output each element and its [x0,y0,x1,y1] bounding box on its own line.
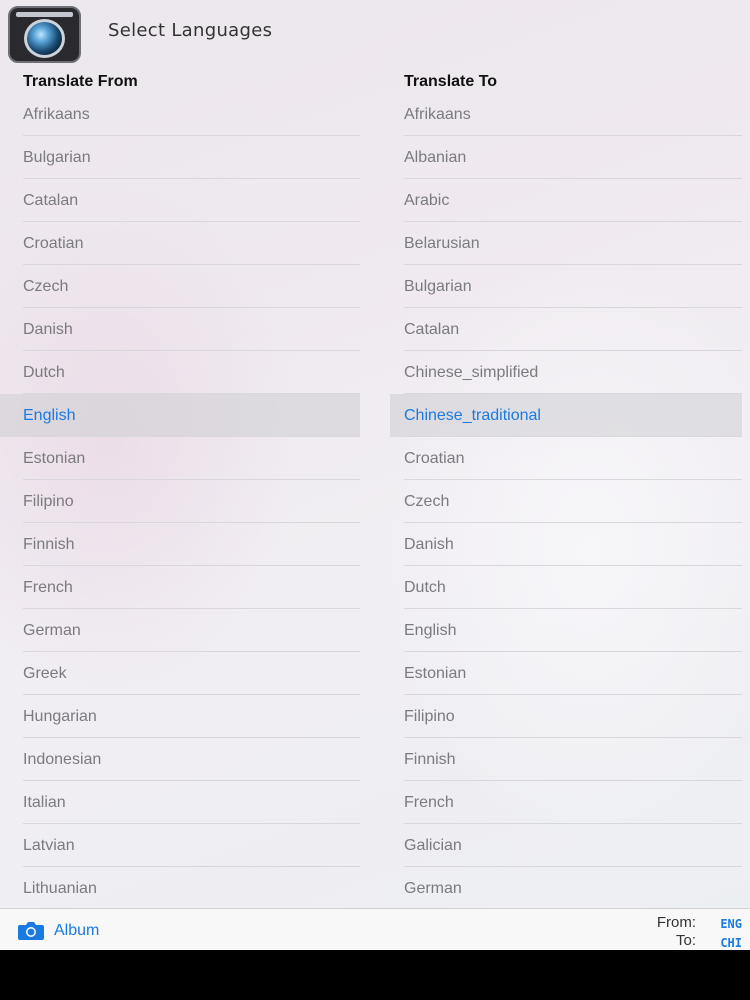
translate-to-row-label: Czech [404,493,450,510]
translate-from-row-label: Latvian [23,837,75,854]
translate-to-row-label: Estonian [404,665,467,682]
translate-from-row[interactable]: Latvian [0,824,360,867]
translate-from-row-label: Estonian [23,450,86,467]
app-logo-icon[interactable] [8,6,81,63]
translate-from-row-label: English [23,407,76,424]
to-label: To: [675,932,696,949]
translate-to-row[interactable]: Arabic [390,179,742,222]
translate-to-row[interactable]: Finnish [390,738,742,781]
translate-from-row[interactable]: Afrikaans [0,93,360,136]
translate-from-row[interactable]: Greek [0,652,360,695]
translate-from-row-label: Lithuanian [23,880,97,897]
translate-from-row[interactable]: Bulgarian [0,136,360,179]
translate-from-row[interactable]: Italian [0,781,360,824]
translate-to-row-label: Danish [404,536,454,553]
translate-to-row[interactable]: Croatian [390,437,742,480]
translate-to-row[interactable]: Catalan [390,308,742,351]
camera-icon [18,922,44,940]
translate-from-row-label: Afrikaans [23,106,90,123]
camera-lens-icon [24,19,65,58]
to-language-code: CHI [720,936,742,950]
bottom-toolbar: Album From: ENG To: CHI [0,908,750,950]
translate-from-list[interactable]: Afrikaans Bulgarian Catalan Croatian Czech Da… [0,93,360,910]
translate-from-row[interactable]: Hungarian [0,695,360,738]
translate-to-row-label: Catalan [404,321,460,338]
translate-from-row[interactable]: Estonian [0,437,360,480]
translate-to-row-label: Finnish [404,751,456,768]
translate-to-row-label: Dutch [404,579,446,596]
translate-from-row-label: French [23,579,73,596]
translate-from-row-label: Indonesian [23,751,102,768]
translate-to-row[interactable]: Galician [390,824,742,867]
translate-from-row-label: German [23,622,81,639]
translate-to-row-label: Chinese_traditional [404,407,541,424]
translate-to-row[interactable]: Afrikaans [390,93,742,136]
translate-to-row[interactable]: English [390,609,742,652]
translate-from-row[interactable]: Catalan [0,179,360,222]
translate-to-row-label: Chinese_simplified [404,364,539,381]
translate-to-list[interactable]: Afrikaans Albanian Arabic Belarusian Bulgari… [390,93,742,910]
translate-from-header: Translate From [23,73,138,90]
translate-to-header: Translate To [404,73,498,90]
translate-from-row[interactable]: French [0,566,360,609]
translate-to-row-label: Galician [404,837,462,854]
translate-to-row-label: Arabic [404,192,450,209]
translate-from-row-label: Croatian [23,235,84,252]
translate-to-row-label: Belarusian [404,235,480,252]
translate-to-row-label: Croatian [404,450,465,467]
from-language-code: ENG [720,917,742,931]
translate-to-row-label: Albanian [404,149,467,166]
translate-from-row-label: Catalan [23,192,79,209]
translate-from-row[interactable]: Finnish [0,523,360,566]
from-label: From: [656,914,696,931]
translate-to-row[interactable]: Belarusian [390,222,742,265]
translate-to-row[interactable]: Estonian [390,652,742,695]
translate-to-row[interactable]: Bulgarian [390,265,742,308]
translate-to-row[interactable]: German [390,867,742,910]
page-title: Select Languages [108,20,273,41]
translate-from-row-label: Greek [23,665,67,682]
translate-from-row[interactable]: Czech [0,265,360,308]
translate-from-row[interactable]: English [0,394,360,437]
translate-to-row[interactable]: Dutch [390,566,742,609]
translate-to-row[interactable]: Chinese_traditional [390,394,742,437]
translate-to-row[interactable]: Czech [390,480,742,523]
translate-to-row[interactable]: French [390,781,742,824]
translate-from-row[interactable]: Filipino [0,480,360,523]
translate-to-row[interactable]: Chinese_simplified [390,351,742,394]
translate-from-row-label: Hungarian [23,708,97,725]
translate-from-row[interactable]: Lithuanian [0,867,360,910]
translate-from-row[interactable]: Dutch [0,351,360,394]
translate-to-row[interactable]: Danish [390,523,742,566]
translate-from-row[interactable]: German [0,609,360,652]
translate-from-row-label: Finnish [23,536,75,553]
translate-to-row[interactable]: Albanian [390,136,742,179]
translate-from-row[interactable]: Danish [0,308,360,351]
icon-band [16,12,73,17]
translate-to-row-label: German [404,880,462,897]
translate-to-row-label: Bulgarian [404,278,472,295]
translate-to-row-label: English [404,622,457,639]
translate-from-row-label: Danish [23,321,73,338]
translate-from-row-label: Czech [23,278,69,295]
translate-to-row[interactable]: Filipino [390,695,742,738]
translate-from-row-label: Bulgarian [23,149,91,166]
translate-to-row-label: Filipino [404,708,455,725]
black-bottom-bar [0,950,750,1000]
translate-from-row[interactable]: Croatian [0,222,360,265]
album-label: Album [54,922,100,939]
app-screen: Select Languages Translate From Translat… [0,0,750,950]
translate-to-row-label: Afrikaans [404,106,471,123]
translate-from-row[interactable]: Indonesian [0,738,360,781]
translate-to-row-label: French [404,794,454,811]
translate-from-row-label: Italian [23,794,66,811]
translate-from-row-label: Filipino [23,493,74,510]
translate-from-row-label: Dutch [23,364,65,381]
language-pair-indicator: From: ENG To: CHI [632,913,742,950]
